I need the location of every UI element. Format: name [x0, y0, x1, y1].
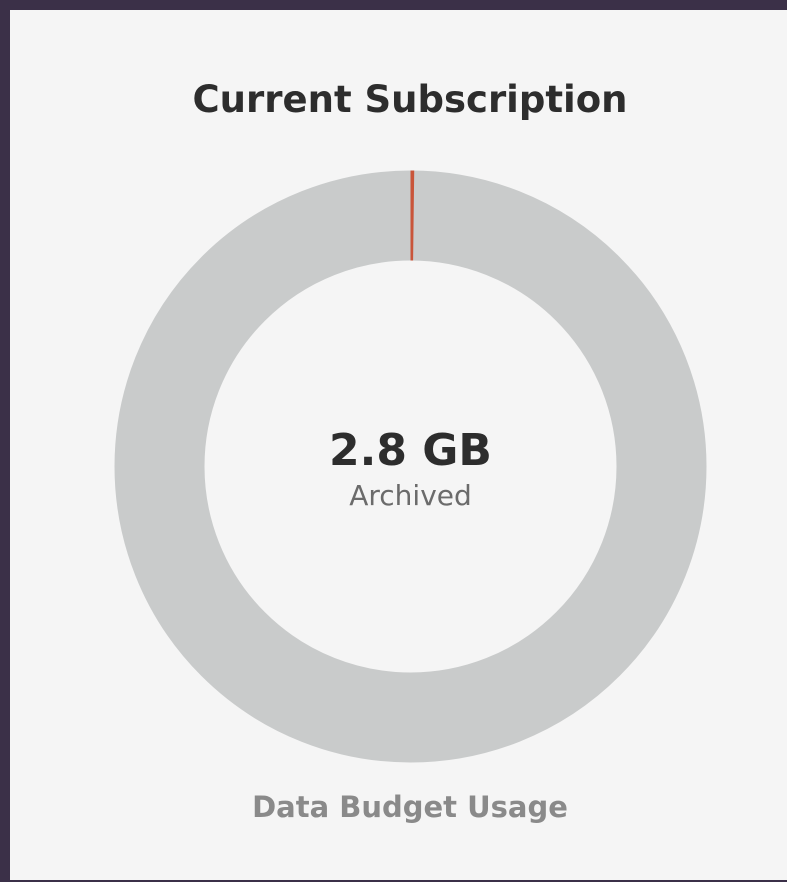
- card-title: Current Subscription: [192, 78, 628, 121]
- usage-value: 2.8 GB: [329, 425, 492, 476]
- data-budget-donut-chart: 2.8 GB Archived: [114, 170, 707, 763]
- subscription-card: Current Subscription 2.8 GB Archived Dat…: [10, 10, 787, 880]
- usage-label: Archived: [349, 479, 472, 512]
- data-budget-usage-label: Data Budget Usage: [252, 790, 568, 824]
